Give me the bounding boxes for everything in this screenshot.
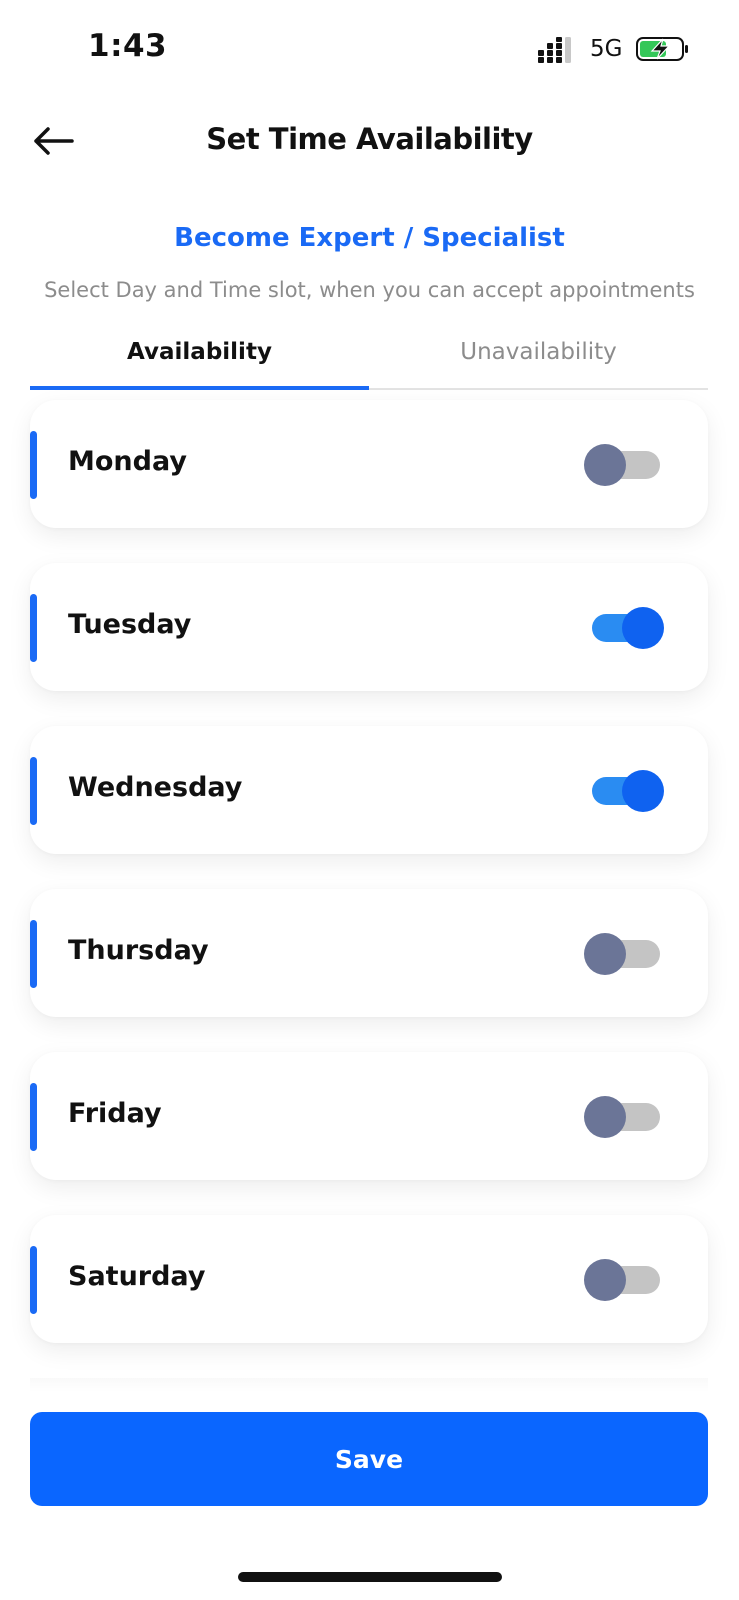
day-toggle-saturday[interactable] — [584, 1259, 664, 1301]
day-toggle-tuesday[interactable] — [584, 607, 664, 649]
list-scroll-fade — [30, 1378, 708, 1392]
day-card-thursday: Thursday — [30, 889, 708, 1017]
status-time: 1:43 — [88, 28, 168, 64]
toggle-knob — [584, 1259, 626, 1301]
availability-description: Select Day and Time slot, when you can a… — [44, 278, 695, 302]
signal-bars-icon — [538, 37, 571, 63]
day-label: Monday — [68, 446, 187, 477]
become-expert-heading: Become Expert / Specialist — [174, 223, 565, 253]
active-tab-indicator — [30, 386, 369, 390]
toggle-knob — [622, 770, 664, 812]
day-card-friday: Friday — [30, 1052, 708, 1180]
toggle-knob — [584, 1096, 626, 1138]
day-label: Saturday — [68, 1261, 206, 1292]
day-accent-bar — [30, 594, 37, 662]
day-label: Tuesday — [68, 609, 192, 640]
availability-tabs: Availability Unavailability — [30, 316, 708, 390]
day-toggle-friday[interactable] — [584, 1096, 664, 1138]
toggle-knob — [622, 607, 664, 649]
day-accent-bar — [30, 1083, 37, 1151]
toggle-knob — [584, 933, 626, 975]
day-accent-bar — [30, 757, 37, 825]
tab-availability[interactable]: Availability — [30, 316, 369, 388]
day-card-saturday: Saturday — [30, 1215, 708, 1343]
day-card-monday: Monday — [30, 400, 708, 528]
day-card-tuesday: Tuesday — [30, 563, 708, 691]
day-toggle-thursday[interactable] — [584, 933, 664, 975]
day-label: Wednesday — [68, 772, 243, 803]
day-toggle-wednesday[interactable] — [584, 770, 664, 812]
day-card-wednesday: Wednesday — [30, 726, 708, 854]
day-accent-bar — [30, 1246, 37, 1314]
day-accent-bar — [30, 431, 37, 499]
save-button[interactable]: Save — [30, 1412, 708, 1506]
day-label: Thursday — [68, 935, 209, 966]
tab-unavailability[interactable]: Unavailability — [369, 316, 708, 388]
day-list: Monday Tuesday Wednesday Thursday Friday — [30, 400, 708, 1378]
app-header: Set Time Availability — [0, 100, 739, 180]
page-title: Set Time Availability — [206, 122, 533, 156]
day-toggle-monday[interactable] — [584, 444, 664, 486]
day-label: Friday — [68, 1098, 162, 1129]
day-accent-bar — [30, 920, 37, 988]
network-type-label: 5G — [590, 36, 623, 62]
home-indicator — [238, 1572, 502, 1582]
battery-charging-icon — [636, 37, 688, 61]
toggle-knob — [584, 444, 626, 486]
status-bar: 1:43 5G — [0, 0, 739, 96]
